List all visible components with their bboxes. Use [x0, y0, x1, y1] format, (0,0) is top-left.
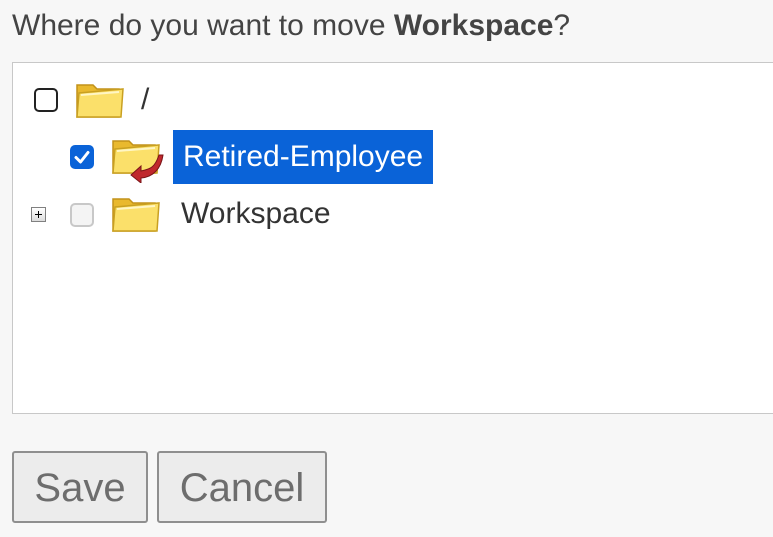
- folder-tree-panel[interactable]: / Retired-Employee Workspace: [12, 62, 773, 414]
- move-prompt: Where do you want to move Workspace?: [12, 8, 570, 44]
- tree-node-label-retired-employee[interactable]: Retired-Employee: [173, 130, 434, 184]
- root-checkbox[interactable]: [34, 88, 58, 112]
- workspace-checkbox: [70, 203, 94, 227]
- folder-move-target-icon: [112, 140, 164, 183]
- save-button[interactable]: Save: [12, 451, 148, 523]
- prompt-suffix: ?: [553, 9, 571, 42]
- tree-node-label-workspace[interactable]: Workspace: [181, 187, 331, 241]
- folder-icon: [112, 198, 160, 232]
- folder-open-icon: [76, 84, 124, 118]
- expand-toggle-icon[interactable]: [31, 207, 46, 222]
- cancel-button[interactable]: Cancel: [157, 451, 327, 523]
- prompt-prefix: Where do you want to move: [12, 9, 394, 42]
- retired-employee-checkbox[interactable]: [70, 145, 94, 169]
- tree-node-label-root[interactable]: /: [141, 73, 149, 127]
- prompt-item-name: Workspace: [393, 9, 554, 42]
